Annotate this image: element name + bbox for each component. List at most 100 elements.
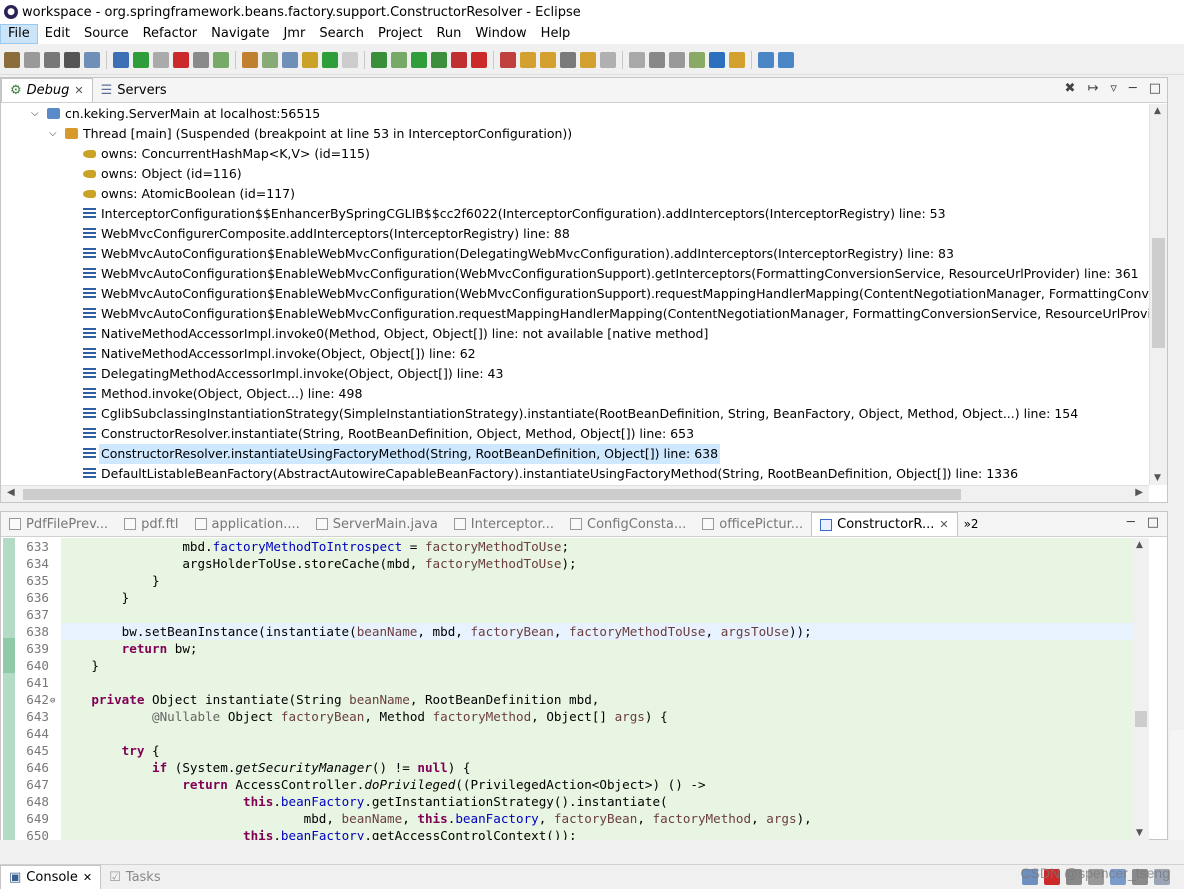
code-line[interactable]: 642 ⊖ private Object instantiate(String b… [1, 691, 1137, 708]
tree-row[interactable]: NativeMethodAccessorImpl.invoke0(Method,… [1, 324, 1149, 344]
code-line[interactable]: 649 mbd, beanName, this.beanFactory, fac… [1, 810, 1137, 827]
editor-vertical-scrollbar[interactable]: ▲ ▼ [1133, 538, 1149, 840]
tab-console[interactable]: ▣ Console ✕ [0, 865, 102, 889]
tree-row[interactable]: ⌵ Thread [main] (Suspended (breakpoint at… [1, 124, 1149, 144]
tree-row[interactable]: WebMvcAutoConfiguration$EnableWebMvcConf… [1, 284, 1149, 304]
toolbar-button-icon-4[interactable] [64, 51, 80, 68]
toolbar-button-icon-15[interactable] [302, 51, 318, 68]
tree-row[interactable]: WebMvcAutoConfiguration$EnableWebMvcConf… [1, 244, 1149, 264]
debug-vertical-scrollbar[interactable]: ▲ ▼ [1149, 104, 1167, 485]
tab-debug[interactable]: ⚙ Debug ✕ [1, 78, 93, 102]
menu-refactor[interactable]: Refactor [136, 24, 205, 44]
editor-tab-6[interactable]: ConfigConsta... [562, 512, 694, 536]
editor-scroll-up-icon[interactable]: ▲ [1136, 540, 1143, 550]
code-line[interactable]: 644 [1, 725, 1137, 742]
code-line[interactable]: 635 } [1, 572, 1137, 589]
code-line[interactable]: 639 return bw; [1, 640, 1137, 657]
tree-row[interactable]: owns: Object (id=116) [1, 164, 1149, 184]
expand-twisty-icon[interactable]: ⌵ [49, 124, 57, 144]
scroll-left-icon[interactable]: ◀ [7, 487, 15, 498]
code-line[interactable]: 638 bw.setBeanInstance(instantiate(beanN… [26, 623, 1137, 640]
tab-tasks[interactable]: ☑ Tasks [101, 865, 169, 889]
scroll-down-icon[interactable]: ▼ [1154, 473, 1161, 483]
tree-row[interactable]: InterceptorConfiguration$$EnhancerBySpri… [1, 204, 1149, 224]
debug-horizontal-scrollbar[interactable]: ◀ ▶ [1, 485, 1149, 502]
menu-run[interactable]: Run [429, 24, 468, 44]
toolbar-button-icon-29[interactable] [600, 51, 616, 68]
toolbar-button-icon-18[interactable] [371, 51, 387, 68]
code-line[interactable]: 647 return AccessController.doPrivileged… [1, 776, 1137, 793]
toolbar-button-icon-17[interactable] [342, 51, 358, 68]
expand-twisty-icon[interactable]: ⌵ [31, 104, 39, 124]
close-tab-icon[interactable]: ✕ [74, 84, 83, 97]
toolbar-button-icon-7[interactable] [133, 51, 149, 68]
toolbar-button-icon-9[interactable] [173, 51, 189, 68]
toolbar-button-icon-23[interactable] [471, 51, 487, 68]
toolbar-button-icon-35[interactable] [729, 51, 745, 68]
toolbar-button-icon-34[interactable] [709, 51, 725, 68]
minimize-icon[interactable]: ─ [1129, 81, 1137, 96]
toolbar-button-icon-32[interactable] [669, 51, 685, 68]
toolbar-button-icon-33[interactable] [689, 51, 705, 68]
toolbar-button-icon-10[interactable] [193, 51, 209, 68]
editor-tab-4[interactable]: ServerMain.java [308, 512, 446, 536]
menu-edit[interactable]: Edit [38, 24, 77, 44]
toolbar-button-icon-1[interactable] [4, 51, 20, 68]
code-line[interactable]: 636 } [1, 589, 1137, 606]
tree-row[interactable]: WebMvcConfigurerComposite.addInterceptor… [1, 224, 1149, 244]
toolbar-button-icon-24[interactable] [500, 51, 516, 68]
toolbar-button-icon-37[interactable] [778, 51, 794, 68]
tree-row[interactable]: CglibSubclassingInstantiationStrategy(Si… [1, 404, 1149, 424]
toolbar-button-icon-3[interactable] [44, 51, 60, 68]
code-line[interactable]: 633 mbd.factoryMethodToIntrospect = fact… [1, 538, 1137, 555]
code-area[interactable]: 633 mbd.factoryMethodToIntrospect = fact… [1, 538, 1149, 840]
toolbar-button-icon-19[interactable] [391, 51, 407, 68]
menu-project[interactable]: Project [371, 24, 429, 44]
toolbar-button-icon-25[interactable] [520, 51, 536, 68]
editor-tab-3[interactable]: application.... [187, 512, 308, 536]
view-menu-icon[interactable]: ▿ [1110, 81, 1117, 96]
editor-tab-8[interactable]: ConstructorR... ✕ [811, 512, 958, 536]
code-line[interactable]: 640 } [1, 657, 1137, 674]
tree-row[interactable]: WebMvcAutoConfiguration$EnableWebMvcConf… [1, 304, 1149, 324]
tree-row[interactable]: owns: AtomicBoolean (id=117) [1, 184, 1149, 204]
close-editor-tab-icon[interactable]: ✕ [939, 518, 948, 531]
code-line[interactable]: 643 @Nullable Object factoryBean, Method… [1, 708, 1137, 725]
code-line[interactable]: 646 if (System.getSecurityManager() != n… [1, 759, 1137, 776]
scroll-right-icon[interactable]: ▶ [1135, 487, 1143, 498]
toolbar-button-icon-16[interactable] [322, 51, 338, 68]
code-line[interactable]: 641 [1, 674, 1137, 691]
tree-row[interactable]: ConstructorResolver.instantiate(String, … [1, 424, 1149, 444]
toolbar-button-icon-12[interactable] [242, 51, 258, 68]
code-line[interactable]: 650 this.beanFactory.getAccessControlCon… [1, 827, 1137, 840]
code-line[interactable]: 637 [1, 606, 1137, 623]
editor-tab-1[interactable]: PdfFilePrev... [1, 512, 116, 536]
toolbar-button-icon-11[interactable] [213, 51, 229, 68]
toolbar-button-icon-2[interactable] [24, 51, 40, 68]
more-tabs-button[interactable]: »2 [958, 512, 985, 536]
editor-minimize-icon[interactable]: ─ [1127, 515, 1135, 530]
toolbar-button-icon-22[interactable] [451, 51, 467, 68]
tree-row[interactable]: DefaultListableBeanFactory(AbstractAutow… [1, 464, 1149, 484]
tree-row[interactable]: ⌵ cn.keking.ServerMain at localhost:56515 [1, 104, 1149, 124]
editor-scroll-down-icon[interactable]: ▼ [1136, 828, 1143, 838]
remove-all-terminated-icon[interactable]: ✖ [1065, 81, 1076, 96]
editor-tab-5[interactable]: Interceptor... [446, 512, 562, 536]
toolbar-button-icon-14[interactable] [282, 51, 298, 68]
menu-source[interactable]: Source [77, 24, 136, 44]
toolbar-button-icon-26[interactable] [540, 51, 556, 68]
toolbar-button-icon-5[interactable] [84, 51, 100, 68]
code-line[interactable]: 645 try { [1, 742, 1137, 759]
editor-scroll-thumb[interactable] [1135, 711, 1147, 727]
editor-maximize-icon[interactable]: □ [1147, 515, 1159, 530]
step-filters-icon[interactable]: ↦ [1087, 81, 1098, 96]
menu-window[interactable]: Window [468, 24, 533, 44]
toolbar-button-icon-21[interactable] [431, 51, 447, 68]
tab-servers[interactable]: ☰ Servers [93, 78, 175, 102]
tree-row[interactable]: owns: ConcurrentHashMap<K,V> (id=115) [1, 144, 1149, 164]
tree-row[interactable]: DelegatingMethodAccessorImpl.invoke(Obje… [1, 364, 1149, 384]
menu-jmr[interactable]: Jmr [276, 24, 312, 44]
scroll-up-icon[interactable]: ▲ [1154, 106, 1161, 116]
toolbar-button-icon-8[interactable] [153, 51, 169, 68]
toolbar-button-icon-36[interactable] [758, 51, 774, 68]
